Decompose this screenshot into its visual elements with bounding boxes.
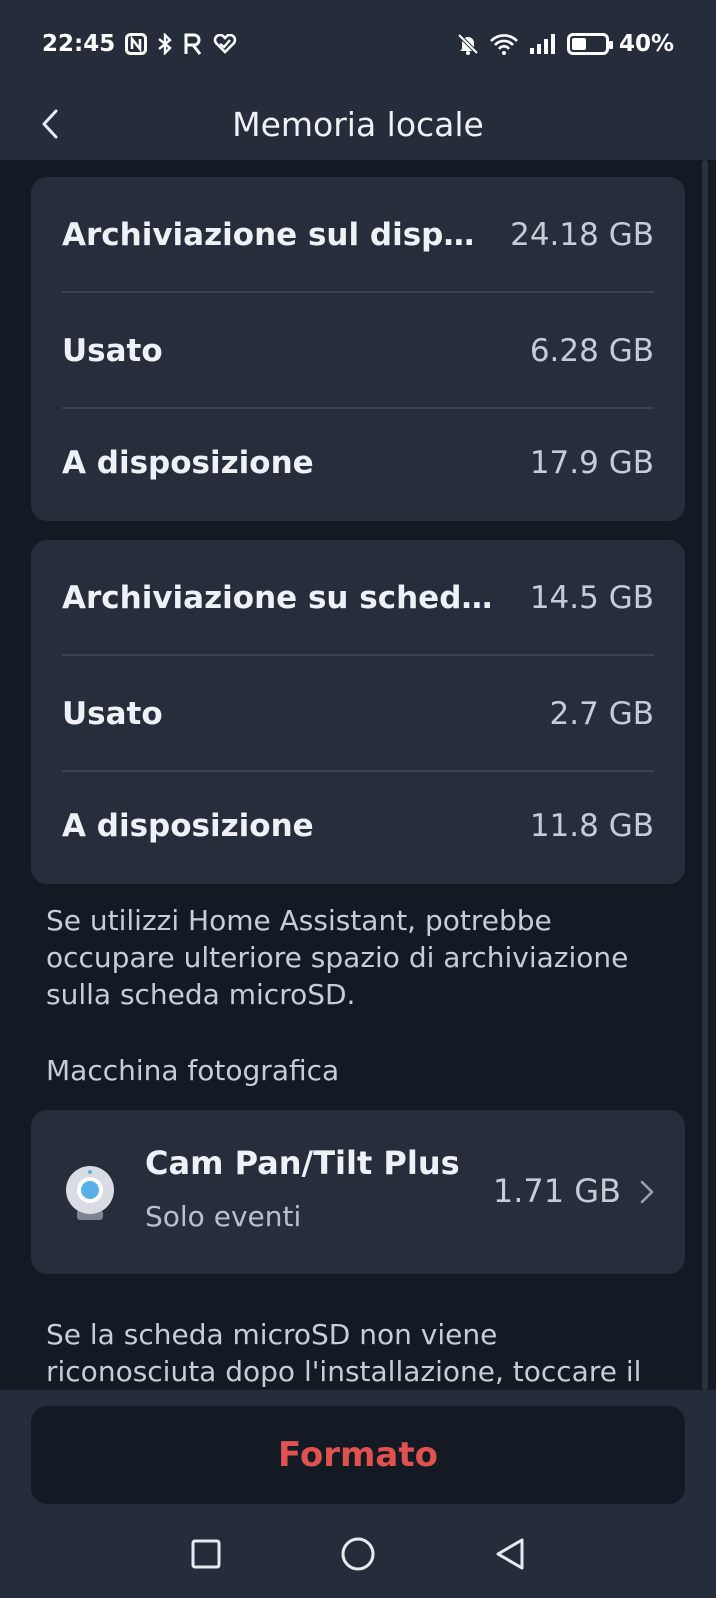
status-time: 22:45: [42, 31, 116, 57]
home-button[interactable]: [334, 1530, 382, 1578]
device-storage-card: Archiviazione sul dispositivo 24.18 GB U…: [31, 177, 685, 521]
back-nav-button[interactable]: [486, 1530, 534, 1578]
sd-storage-used-value: 2.7 GB: [549, 696, 654, 732]
sd-storage-available-label: A disposizione: [62, 808, 314, 844]
microsd-hint-line: Se la scheda microSD non viene riconosci…: [46, 1318, 642, 1388]
page-title: Memoria locale: [232, 104, 484, 144]
bell-muted-icon: [457, 33, 479, 55]
battery-percent: 40%: [618, 31, 674, 57]
battery-fill: [571, 38, 587, 50]
device-storage-total-row: Archiviazione sul dispositivo 24.18 GB: [62, 177, 654, 293]
circle-icon: [341, 1537, 375, 1571]
system-nav-bar: [0, 1510, 716, 1598]
camera-mode: Solo eventi: [145, 1200, 302, 1233]
signal-icon: [529, 33, 557, 55]
sd-storage-available-row: A disposizione 11.8 GB: [62, 768, 654, 884]
device-storage-used-label: Usato: [62, 333, 163, 369]
app-bar: Memoria locale: [0, 88, 716, 160]
status-bar-right: 40%: [457, 31, 674, 57]
chevron-right-icon: [640, 1180, 654, 1204]
camera-icon: [66, 1166, 114, 1220]
r-app-icon: [183, 33, 203, 55]
chevron-left-icon: [42, 109, 58, 139]
format-button[interactable]: Formato: [31, 1406, 685, 1504]
battery-icon: [566, 33, 613, 55]
heart-app-icon: [213, 34, 237, 54]
scrollbar[interactable]: [702, 160, 708, 1390]
camera-name: Cam Pan/Tilt Plus: [145, 1144, 460, 1182]
device-storage-available-label: A disposizione: [62, 445, 314, 481]
format-button-label: Formato: [278, 1435, 438, 1475]
status-bar: 22:45 40%: [0, 0, 716, 88]
nfc-icon: [125, 33, 148, 55]
camera-storage-size: 1.71 GB: [492, 1172, 621, 1210]
device-storage-total-label: Archiviazione sul dispositivo: [62, 217, 490, 253]
device-storage-total-value: 24.18 GB: [510, 217, 654, 253]
device-storage-available-value: 17.9 GB: [529, 445, 654, 481]
device-storage-available-row: A disposizione 17.9 GB: [62, 405, 654, 521]
bottom-area: Formato: [0, 1390, 716, 1598]
sd-storage-total-row: Archiviazione su scheda microSD 14.5 GB: [62, 540, 654, 656]
triangle-back-icon: [496, 1538, 524, 1570]
device-storage-used-row: Usato 6.28 GB: [62, 293, 654, 409]
sd-storage-total-value: 14.5 GB: [529, 580, 654, 616]
sd-storage-used-row: Usato 2.7 GB: [62, 656, 654, 772]
home-assistant-note: Se utilizzi Home Assistant, potrebbe occ…: [46, 904, 629, 1011]
sd-storage-total-label: Archiviazione su scheda microSD: [62, 580, 510, 616]
camera-item[interactable]: Cam Pan/Tilt Plus Solo eventi 1.71 GB: [31, 1110, 685, 1274]
bluetooth-icon: [157, 33, 173, 55]
recents-button[interactable]: [182, 1530, 230, 1578]
device-storage-used-value: 6.28 GB: [529, 333, 654, 369]
camera-section-label: Macchina fotografica: [46, 1054, 340, 1087]
content-scroll[interactable]: Archiviazione sul dispositivo 24.18 GB U…: [0, 160, 716, 1390]
wifi-icon: [489, 32, 519, 56]
sd-storage-used-label: Usato: [62, 696, 163, 732]
microsd-hint-note: Se la scheda microSD non viene riconosci…: [46, 1316, 676, 1390]
status-bar-left: 22:45: [42, 31, 237, 57]
square-icon: [191, 1539, 221, 1569]
back-button[interactable]: [26, 100, 74, 148]
sd-storage-card: Archiviazione su scheda microSD 14.5 GB …: [31, 540, 685, 884]
sd-storage-available-value: 11.8 GB: [529, 808, 654, 844]
